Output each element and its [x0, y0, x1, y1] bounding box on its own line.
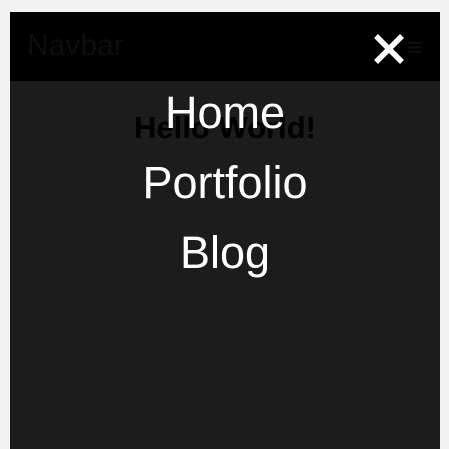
menu-item-home: Home — [10, 88, 440, 158]
menu-link-home[interactable]: Home — [165, 87, 285, 138]
menu-item-portfolio: Portfolio — [10, 158, 440, 228]
nav-overlay: Home Portfolio Blog — [10, 12, 440, 449]
overlay-menu: Home Portfolio Blog — [10, 88, 440, 298]
app-frame: Navbar ≡ Hello World! Home Portfolio Blo… — [10, 12, 440, 449]
close-icon[interactable] — [370, 30, 408, 68]
menu-link-blog[interactable]: Blog — [180, 227, 270, 278]
menu-link-portfolio[interactable]: Portfolio — [142, 157, 307, 208]
menu-item-blog: Blog — [10, 228, 440, 298]
